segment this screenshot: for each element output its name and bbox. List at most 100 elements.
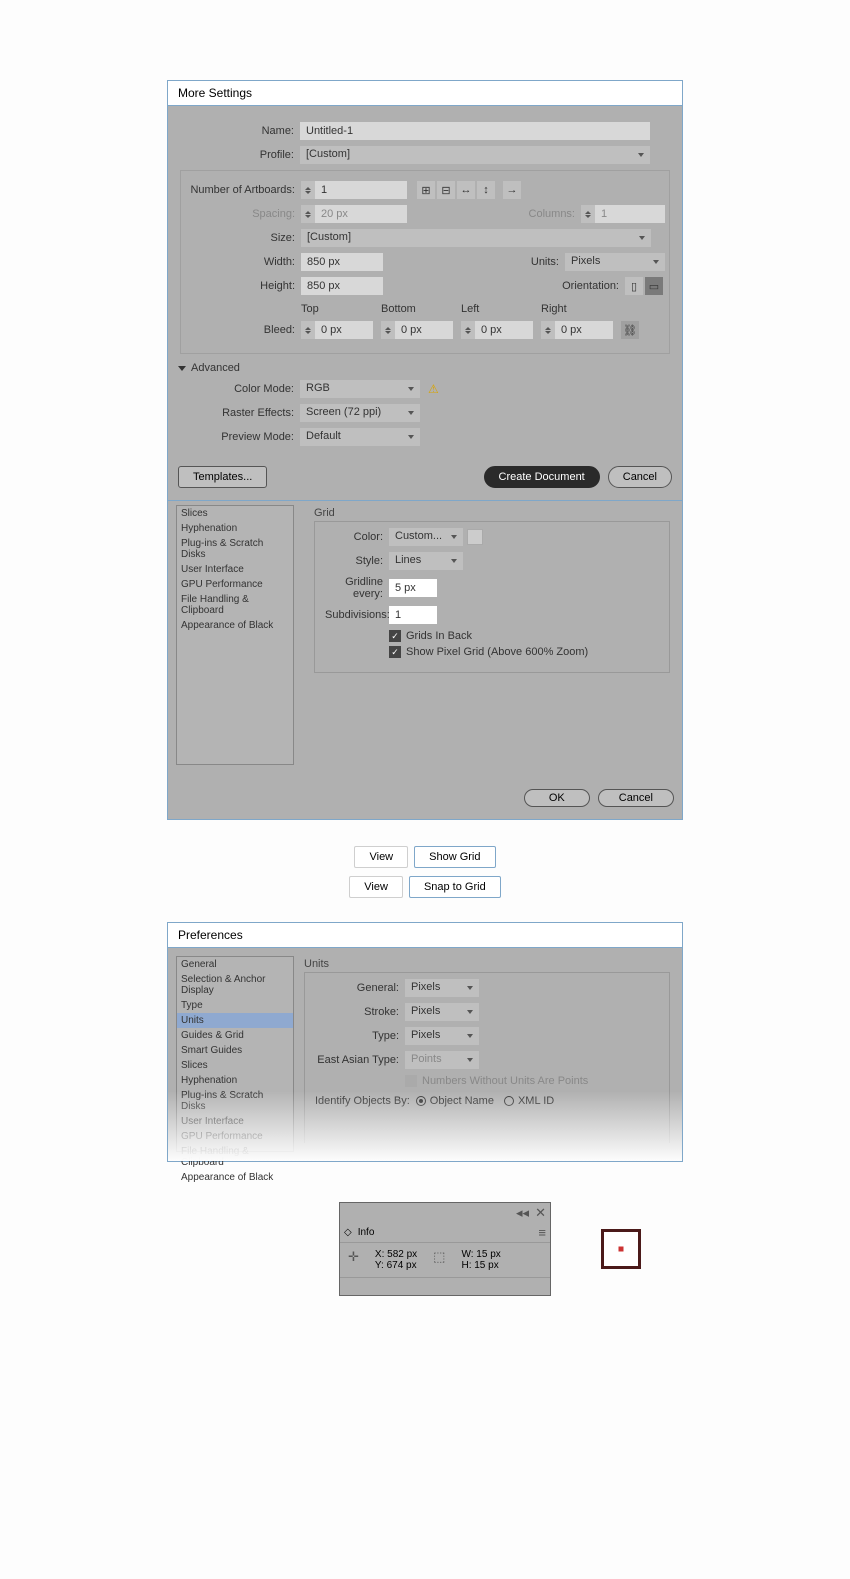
- colormode-select[interactable]: RGB: [300, 380, 420, 398]
- view-menu-button-2[interactable]: View: [349, 876, 403, 898]
- grid-panel-title: Grid: [314, 507, 670, 519]
- landscape-icon[interactable]: ▭: [645, 277, 663, 295]
- bleed-left-spinner[interactable]: [461, 321, 475, 339]
- portrait-icon[interactable]: ▯: [625, 277, 643, 295]
- size-label: Size:: [185, 232, 301, 244]
- grid-style-select[interactable]: Lines: [389, 552, 463, 570]
- stroke-select[interactable]: Pixels: [405, 1003, 479, 1021]
- bleed-left-input[interactable]: [475, 321, 533, 339]
- collapse-icon[interactable]: ◂◂: [516, 1205, 529, 1221]
- profile-select[interactable]: [Custom]: [300, 146, 650, 164]
- width-input[interactable]: [301, 253, 383, 271]
- type-select[interactable]: Pixels: [405, 1027, 479, 1045]
- preview-label: Preview Mode:: [178, 431, 300, 443]
- bleed-label: Bleed:: [185, 324, 301, 336]
- sidebar-item-plugins[interactable]: Plug-ins & Scratch Disks: [177, 536, 293, 562]
- sidebar-item-ui[interactable]: User Interface: [177, 562, 293, 577]
- raster-label: Raster Effects:: [178, 407, 300, 419]
- crosshair-icon: ✛: [348, 1249, 359, 1271]
- bleed-top-spinner[interactable]: [301, 321, 315, 339]
- prefs-sidebar: Slices Hyphenation Plug-ins & Scratch Di…: [176, 505, 294, 765]
- gridline-input[interactable]: [389, 579, 437, 597]
- profile-label: Profile:: [178, 149, 300, 161]
- show-grid-button[interactable]: Show Grid: [414, 846, 495, 868]
- info-panel: ◂◂ ✕ ◇ Info ≡ ✛ X: 582 px Y: 674 px ⬚ W:…: [339, 1202, 551, 1296]
- warning-icon: ⚠: [428, 382, 439, 396]
- create-document-button[interactable]: Create Document: [484, 466, 600, 488]
- cancel-button[interactable]: Cancel: [598, 789, 674, 807]
- artboards-input[interactable]: [315, 181, 407, 199]
- grid-style-label: Style:: [325, 555, 389, 567]
- snap-to-grid-button[interactable]: Snap to Grid: [409, 876, 501, 898]
- orientation-label: Orientation:: [562, 280, 619, 292]
- preferences-units-dialog: Preferences General Selection & Anchor D…: [167, 922, 683, 1162]
- cancel-button[interactable]: Cancel: [608, 466, 672, 488]
- height-input[interactable]: [301, 277, 383, 295]
- columns-input: [595, 205, 665, 223]
- arrange-rtl-icon[interactable]: ↕: [477, 181, 495, 199]
- sidebar-item-selection[interactable]: Selection & Anchor Display: [177, 972, 293, 998]
- bleed-link-icon[interactable]: ⛓: [621, 321, 639, 339]
- grids-in-back-check[interactable]: [389, 630, 401, 642]
- ok-button[interactable]: OK: [524, 789, 590, 807]
- sidebar-item-guides[interactable]: Guides & Grid: [177, 1028, 293, 1043]
- size-select[interactable]: [Custom]: [301, 229, 651, 247]
- info-x-value: 582 px: [387, 1249, 417, 1260]
- height-label: Height:: [185, 280, 301, 292]
- sidebar-item-smartguides[interactable]: Smart Guides: [177, 1043, 293, 1058]
- panel-menu-icon[interactable]: ≡: [538, 1225, 546, 1240]
- arrange-ltr-icon[interactable]: ↔: [457, 181, 475, 199]
- bleed-left-label: Left: [461, 303, 541, 315]
- artboards-label: Number of Artboards:: [185, 184, 301, 196]
- stroke-label: Stroke:: [315, 1006, 405, 1018]
- bleed-bottom-label: Bottom: [381, 303, 461, 315]
- info-w-value: 15 px: [476, 1249, 500, 1260]
- bleed-top-input[interactable]: [315, 321, 373, 339]
- sidebar-item-slices[interactable]: Slices: [177, 1058, 293, 1073]
- width-label: Width:: [185, 256, 301, 268]
- sidebar-item-type[interactable]: Type: [177, 998, 293, 1013]
- name-input[interactable]: [300, 122, 650, 140]
- grid-by-row-icon[interactable]: ⊞: [417, 181, 435, 199]
- sidebar-item-gpu[interactable]: GPU Performance: [177, 577, 293, 592]
- raster-select[interactable]: Screen (72 ppi): [300, 404, 420, 422]
- bleed-bottom-input[interactable]: [395, 321, 453, 339]
- sidebar-item-hyphenation[interactable]: Hyphenation: [177, 521, 293, 536]
- general-label: General:: [315, 982, 405, 994]
- bleed-right-input[interactable]: [555, 321, 613, 339]
- grid-by-col-icon[interactable]: ⊟: [437, 181, 455, 199]
- templates-button[interactable]: Templates...: [178, 466, 267, 488]
- colormode-label: Color Mode:: [178, 383, 300, 395]
- info-y-value: 674 px: [387, 1260, 417, 1271]
- view-menu-button[interactable]: View: [354, 846, 408, 868]
- dialog-title: More Settings: [168, 81, 682, 106]
- bleed-bottom-spinner[interactable]: [381, 321, 395, 339]
- general-select[interactable]: Pixels: [405, 979, 479, 997]
- grid-color-swatch[interactable]: [467, 529, 483, 545]
- grid-color-select[interactable]: Custom...: [389, 528, 463, 546]
- sidebar-item-units[interactable]: Units: [177, 1013, 293, 1028]
- artboards-spinner[interactable]: [301, 181, 315, 199]
- arrange-arrow-icon[interactable]: →: [503, 181, 521, 199]
- advanced-toggle[interactable]: Advanced: [178, 362, 672, 374]
- bleed-right-label: Right: [541, 303, 621, 315]
- subdiv-input[interactable]: [389, 606, 437, 624]
- sidebar-item-hyphenation[interactable]: Hyphenation: [177, 1073, 293, 1088]
- sidebar-item-black[interactable]: Appearance of Black: [177, 1170, 293, 1185]
- bleed-right-spinner[interactable]: [541, 321, 555, 339]
- sidebar-item-general[interactable]: General: [177, 957, 293, 972]
- close-icon[interactable]: ✕: [535, 1205, 546, 1221]
- sidebar-item-filehandling[interactable]: File Handling & Clipboard: [177, 592, 293, 618]
- east-asian-label: East Asian Type:: [315, 1054, 405, 1066]
- preview-select[interactable]: Default: [300, 428, 420, 446]
- type-label: Type:: [315, 1030, 405, 1042]
- dimensions-icon: ⬚: [433, 1249, 445, 1271]
- sidebar-item-slices[interactable]: Slices: [177, 506, 293, 521]
- sidebar-item-black[interactable]: Appearance of Black: [177, 618, 293, 633]
- spacing-spinner: [301, 205, 315, 223]
- columns-spinner: [581, 205, 595, 223]
- info-h-value: 15 px: [474, 1260, 498, 1271]
- units-select[interactable]: Pixels: [565, 253, 665, 271]
- show-pixel-grid-check[interactable]: [389, 646, 401, 658]
- units-label: Units:: [531, 256, 559, 268]
